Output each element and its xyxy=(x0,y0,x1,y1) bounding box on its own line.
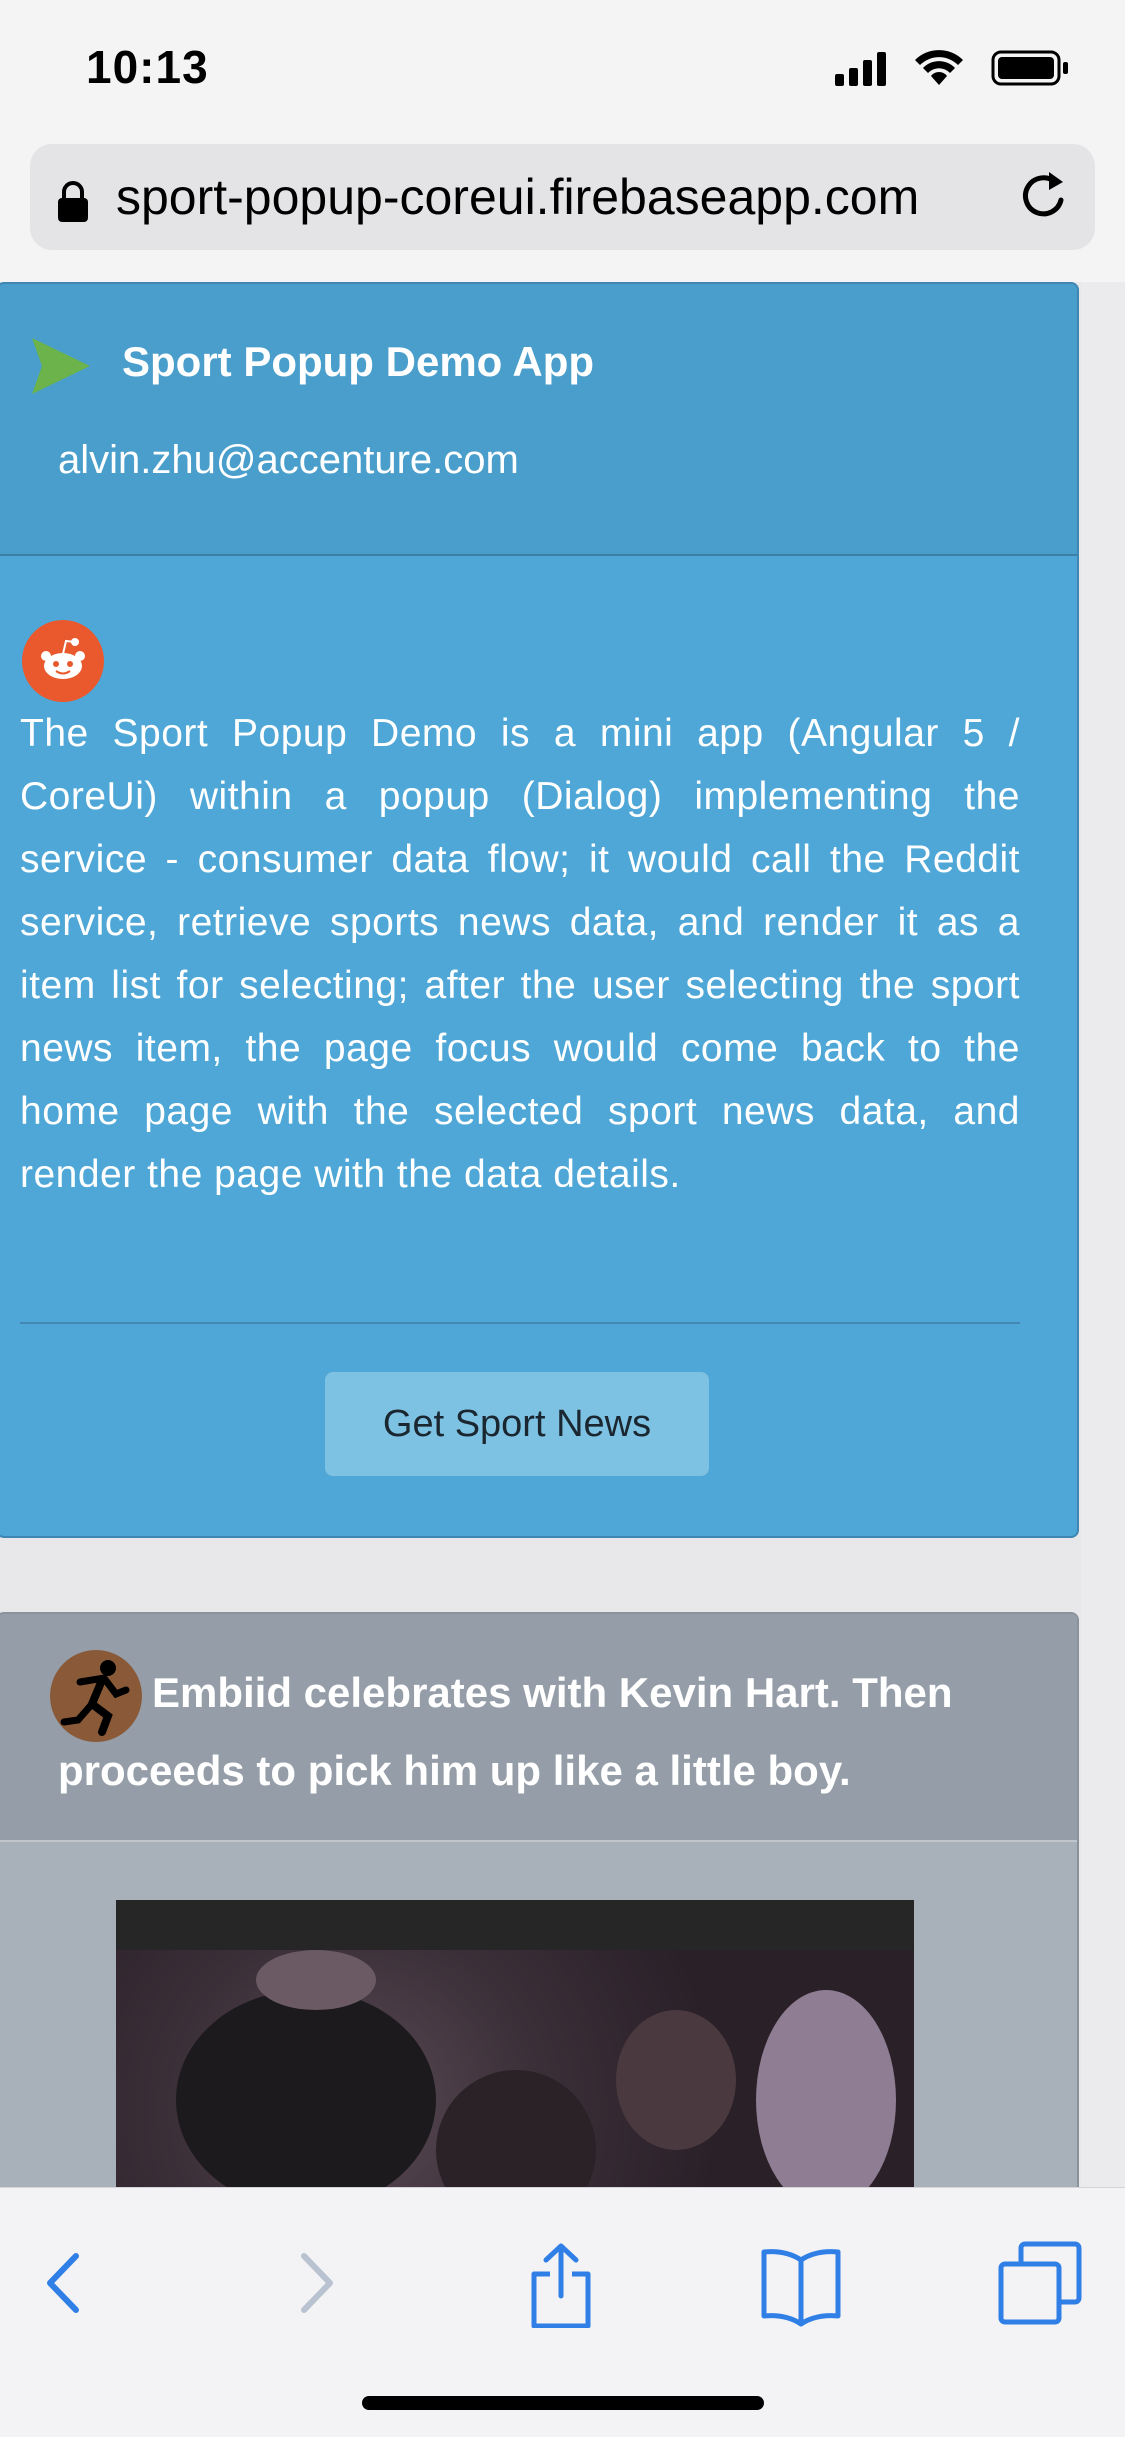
lock-icon xyxy=(58,181,88,222)
news-post-title[interactable]: Embiid celebrates with Kevin Hart. Then … xyxy=(58,1654,1018,1810)
browser-address-area: sport-popup-coreui.firebaseapp.com xyxy=(0,140,1125,283)
reddit-icon xyxy=(22,620,104,702)
bookmarks-icon[interactable] xyxy=(756,2238,846,2328)
app-title: Sport Popup Demo App xyxy=(122,338,595,385)
url-text[interactable]: sport-popup-coreui.firebaseapp.com xyxy=(116,168,919,226)
back-icon[interactable] xyxy=(20,2238,110,2328)
page-content[interactable]: Sport Popup Demo App alvin.zhu@accenture… xyxy=(0,282,1125,2187)
forward-icon[interactable] xyxy=(270,2238,360,2328)
tabs-icon[interactable] xyxy=(995,2238,1085,2328)
news-post-header: Embiid celebrates with Kevin Hart. Then … xyxy=(0,1614,1077,1842)
status-icons xyxy=(835,50,1068,86)
reload-icon[interactable] xyxy=(1017,166,1073,226)
app-info-card: Sport Popup Demo App alvin.zhu@accenture… xyxy=(0,282,1079,1538)
address-bar[interactable]: sport-popup-coreui.firebaseapp.com xyxy=(30,144,1095,250)
cellular-signal-icon xyxy=(835,52,886,86)
home-indicator[interactable] xyxy=(362,2396,764,2410)
get-sport-news-button[interactable]: Get Sport News xyxy=(325,1372,709,1476)
status-time: 10:13 xyxy=(86,41,209,93)
video-frame xyxy=(116,1950,914,2187)
news-video[interactable] xyxy=(116,1900,914,2187)
news-post-card[interactable]: Embiid celebrates with Kevin Hart. Then … xyxy=(0,1612,1079,2187)
status-bar: 10:13 xyxy=(0,0,1125,140)
chevron-logo-icon xyxy=(32,338,90,394)
page-scrollbar[interactable] xyxy=(1081,282,1125,2187)
battery-icon xyxy=(991,50,1068,86)
user-email: alvin.zhu@accenture.com xyxy=(58,438,519,482)
app-description: The Sport Popup Demo is a mini app (Angu… xyxy=(20,712,1020,1196)
divider xyxy=(20,1322,1020,1324)
wifi-icon xyxy=(915,50,963,85)
share-icon[interactable] xyxy=(516,2238,606,2328)
app-info-header: Sport Popup Demo App alvin.zhu@accenture… xyxy=(0,284,1077,556)
